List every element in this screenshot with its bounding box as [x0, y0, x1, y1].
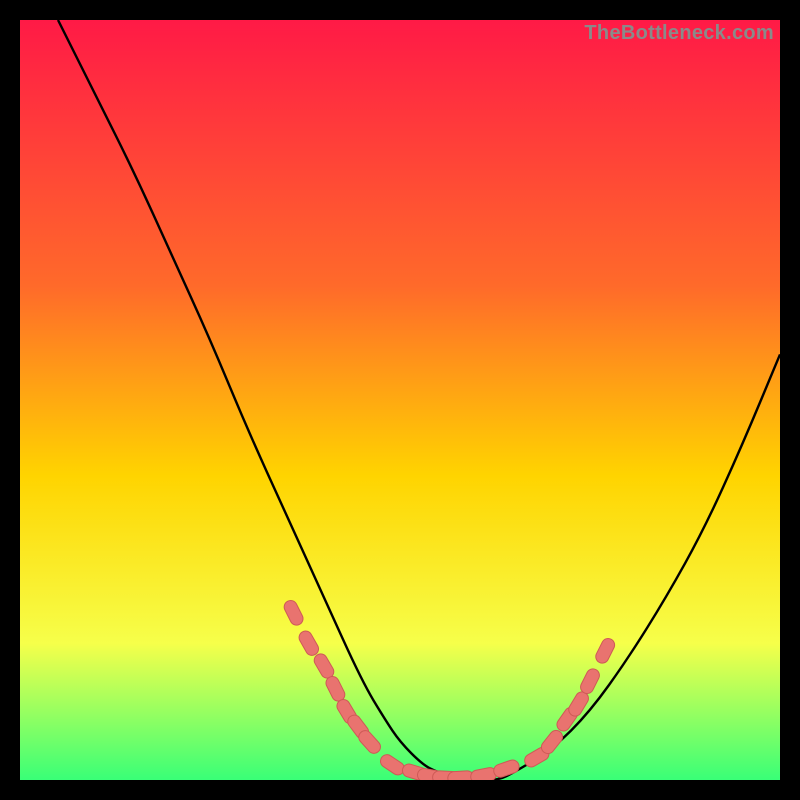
curve-marker	[447, 770, 474, 780]
chart-frame: TheBottleneck.com	[20, 20, 780, 780]
gradient-background	[20, 20, 780, 780]
chart-svg	[20, 20, 780, 780]
watermark-text: TheBottleneck.com	[584, 22, 774, 45]
